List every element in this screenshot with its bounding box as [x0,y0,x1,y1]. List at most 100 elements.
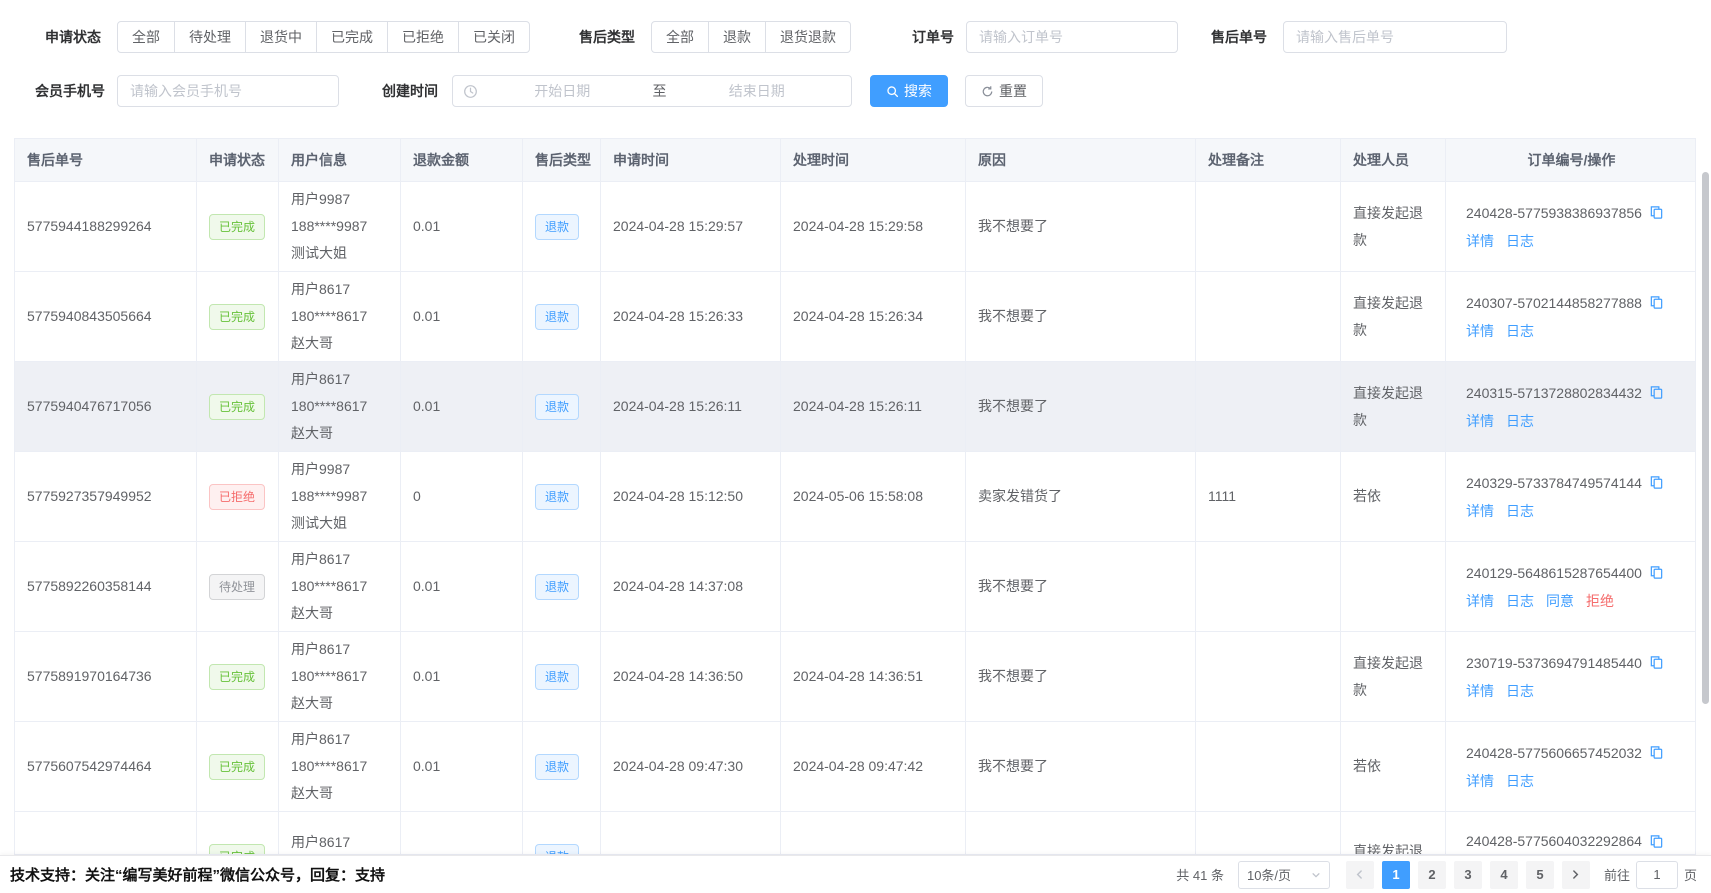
user-info-cell: 用户8617180****8617赵大哥 [279,632,401,721]
log-link[interactable]: 日志 [1506,409,1534,433]
type-badge: 退款 [535,484,579,510]
order-no-line: 240428-5775604032292864 [1466,829,1685,853]
user-info-lines: 用户8617180****8617赵大哥 [291,366,367,447]
action-links: 详情日志 [1466,769,1685,793]
chevron-right-icon [1570,869,1581,880]
user-info-line: 用户8617 [291,276,367,303]
log-link[interactable]: 日志 [1506,499,1534,523]
aftersale-type-option-0[interactable]: 全部 [651,21,709,53]
log-link[interactable]: 日志 [1506,589,1534,613]
start-date-placeholder[interactable]: 开始日期 [478,81,647,101]
detail-link[interactable]: 详情 [1466,679,1494,703]
apply-status-option-4[interactable]: 已拒绝 [387,21,459,53]
vertical-scrollbar[interactable] [1702,172,1709,704]
log-link[interactable]: 日志 [1506,229,1534,253]
handle-remark-cell [1196,362,1341,451]
column-header-1: 申请状态 [197,139,279,181]
type-badge: 退款 [535,754,579,780]
log-link[interactable]: 日志 [1506,769,1534,793]
copy-icon[interactable] [1649,385,1664,400]
user-info-cell: 用户8617180****8617赵大哥 [279,542,401,631]
copy-icon[interactable] [1649,475,1664,490]
copy-icon[interactable] [1649,745,1664,760]
page-button-2[interactable]: 2 [1418,861,1446,889]
action-links: 详情日志 [1466,229,1685,253]
log-link[interactable]: 日志 [1506,319,1534,343]
create-time-range-picker[interactable]: 开始日期 至 结束日期 [452,75,852,107]
apply-status-option-3[interactable]: 已完成 [316,21,388,53]
user-info-line: 用户8617 [291,366,367,393]
aftersale-table: 售后单号申请状态用户信息退款金额售后类型申请时间处理时间原因处理备注处理人员订单… [14,138,1696,855]
aftersale-type-option-2[interactable]: 退货退款 [765,21,851,53]
reset-button[interactable]: 重置 [965,75,1043,107]
reason-cell [966,812,1196,855]
handle-remark-cell [1196,182,1341,271]
detail-link[interactable]: 详情 [1466,409,1494,433]
goto-page-input[interactable] [1636,861,1678,889]
copy-icon[interactable] [1649,834,1664,849]
user-info-cell: 用户8617180****8617赵大哥 [279,362,401,451]
status-badge: 已完成 [209,214,265,240]
apply-status-option-5[interactable]: 已关闭 [458,21,530,53]
detail-link[interactable]: 详情 [1466,499,1494,523]
aftersale-no-input[interactable] [1283,21,1507,53]
order-no-input[interactable] [966,21,1178,53]
order-no-line: 240315-5713728802834432 [1466,381,1685,405]
refund-amount-cell: 0.01 [401,362,523,451]
reject-link[interactable]: 拒绝 [1586,589,1614,613]
approve-link[interactable]: 同意 [1546,589,1574,613]
copy-icon[interactable] [1649,295,1664,310]
reason-cell: 我不想要了 [966,542,1196,631]
aftersale-type-option-1[interactable]: 退款 [708,21,766,53]
user-info-line: 赵大哥 [291,600,367,627]
action-links: 详情日志 [1466,499,1685,523]
detail-link[interactable]: 详情 [1466,769,1494,793]
handle-time-cell: 2024-04-28 15:29:58 [781,182,966,271]
copy-icon[interactable] [1649,205,1664,220]
table-row: 5775892260358144待处理用户8617180****8617赵大哥0… [15,542,1695,632]
handler-cell: 直接发起退款 [1341,812,1446,855]
page-button-4[interactable]: 4 [1490,861,1518,889]
order-no-line: 240428-5775938386937856 [1466,201,1685,225]
clock-icon [463,84,478,99]
apply-status-option-1[interactable]: 待处理 [174,21,246,53]
action-links: 详情日志 [1466,409,1685,433]
prev-page-button[interactable] [1346,861,1374,889]
aftersale-type-filter-group: 全部退款退货退款 [651,21,851,53]
user-info-line: 赵大哥 [291,330,367,357]
user-info-line: 赵大哥 [291,690,367,717]
handle-remark-cell [1196,812,1341,855]
user-info-line: 180****8617 [291,753,367,780]
page-size-select[interactable]: 10条/页 [1238,861,1330,889]
detail-link[interactable]: 详情 [1466,229,1494,253]
apply-status-option-2[interactable]: 退货中 [245,21,317,53]
apply-status-option-0[interactable]: 全部 [117,21,175,53]
order-ops-cell: 230719-5373694791485440详情日志 [1446,632,1696,721]
aftersale-no-cell [15,812,197,855]
aftersale-no-cell: 5775927357949952 [15,452,197,541]
apply-status-filter-group: 全部待处理退货中已完成已拒绝已关闭 [117,21,530,53]
handle-remark-cell [1196,632,1341,721]
search-button[interactable]: 搜索 [870,75,948,107]
page-button-5[interactable]: 5 [1526,861,1554,889]
page-button-3[interactable]: 3 [1454,861,1482,889]
handler-cell: 直接发起退款 [1341,182,1446,271]
detail-link[interactable]: 详情 [1466,589,1494,613]
handler-cell: 直接发起退款 [1341,362,1446,451]
refund-amount-cell: 0.01 [401,632,523,721]
next-page-button[interactable] [1562,861,1590,889]
end-date-placeholder[interactable]: 结束日期 [673,81,842,101]
member-phone-input[interactable] [117,75,339,107]
reason-cell: 我不想要了 [966,182,1196,271]
log-link[interactable]: 日志 [1506,679,1534,703]
refund-amount-cell: 0 [401,452,523,541]
copy-icon[interactable] [1649,655,1664,670]
page-button-1[interactable]: 1 [1382,861,1410,889]
column-header-4: 售后类型 [523,139,601,181]
order-ops-cell: 240307-5702144858277888详情日志 [1446,272,1696,361]
order-no: 240329-5733784749574144 [1466,471,1642,495]
copy-icon[interactable] [1649,565,1664,580]
detail-link[interactable]: 详情 [1466,319,1494,343]
handle-remark-cell [1196,542,1341,631]
order-no: 240315-5713728802834432 [1466,381,1642,405]
